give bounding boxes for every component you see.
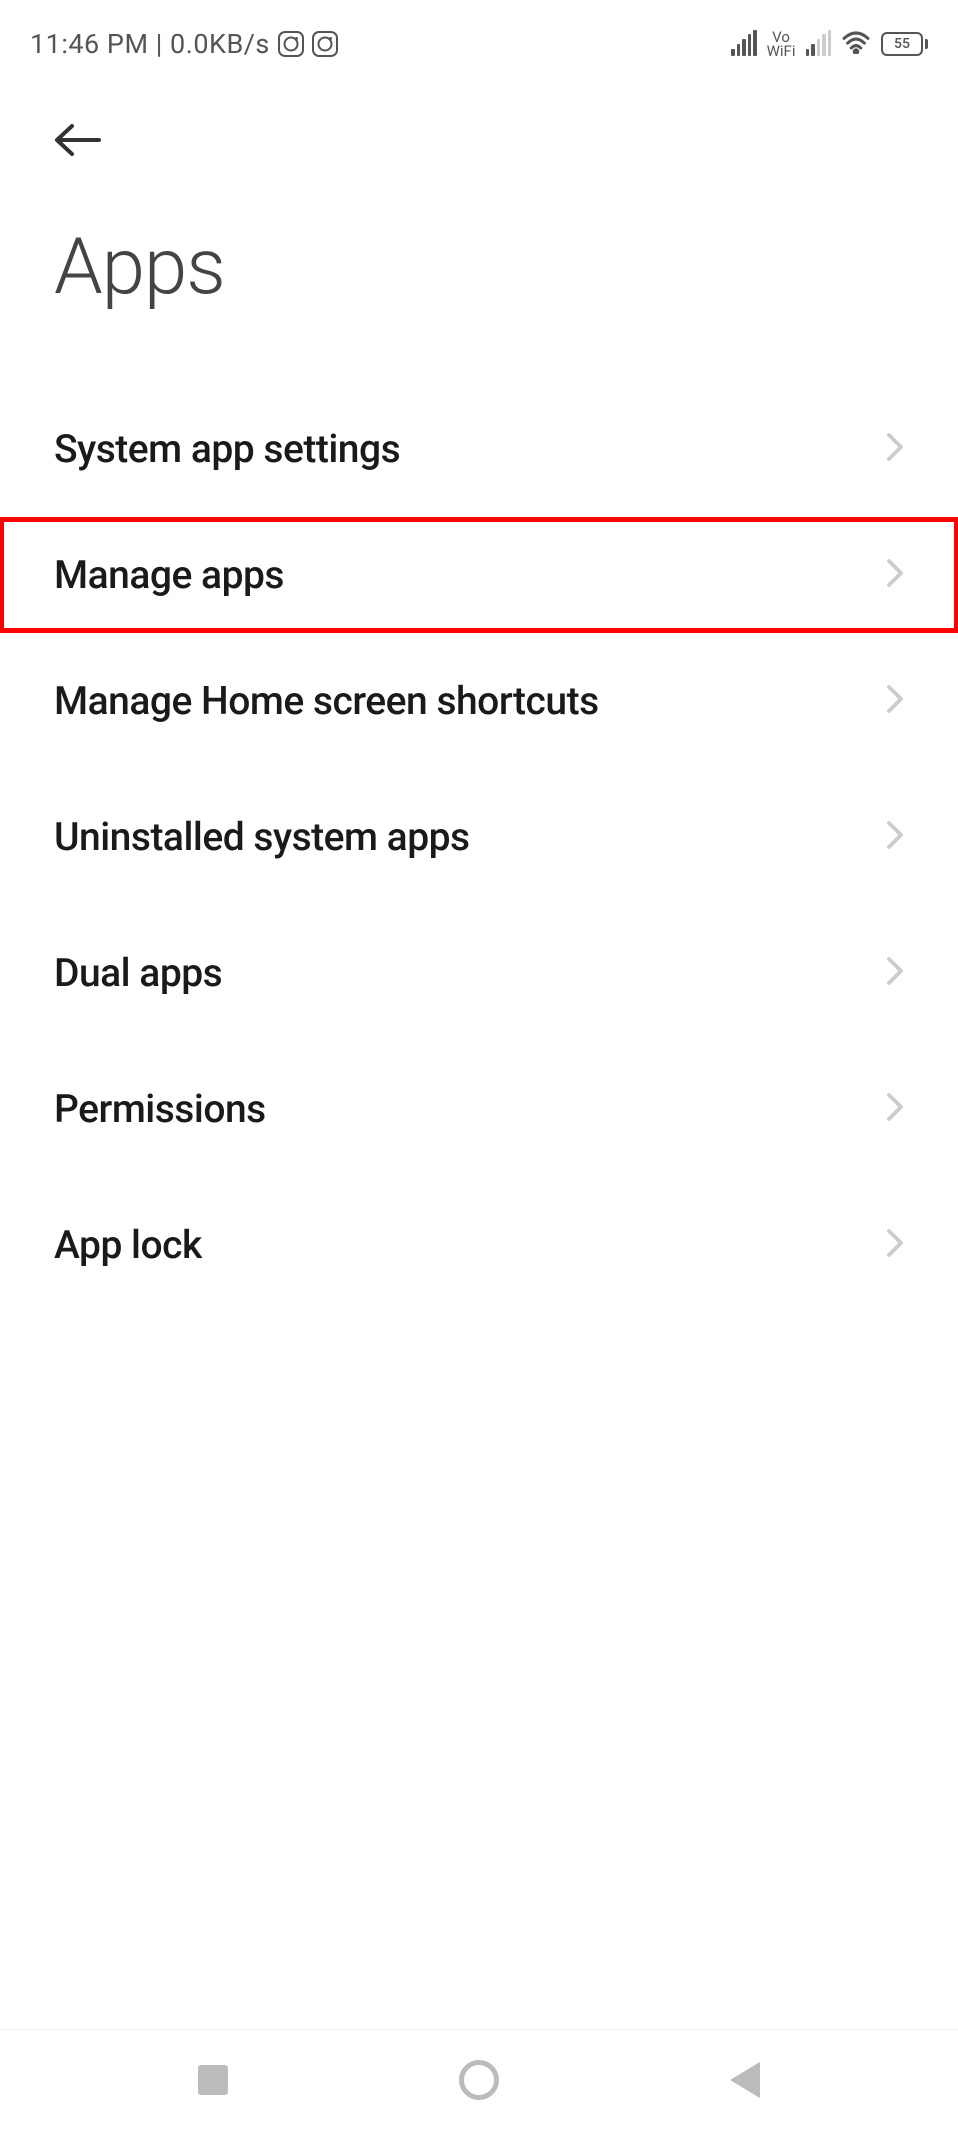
vowifi-icon: Vo WiFi <box>767 30 796 59</box>
triangle-left-icon <box>730 2062 760 2098</box>
menu-item-app-lock[interactable]: App lock <box>0 1177 958 1313</box>
wifi-icon <box>841 30 871 58</box>
signal-icon <box>806 32 832 56</box>
menu-item-label: App lock <box>54 1222 202 1268</box>
menu-item-uninstalled-system-apps[interactable]: Uninstalled system apps <box>0 769 958 905</box>
menu-item-system-app-settings[interactable]: System app settings <box>0 381 958 517</box>
menu-item-label: System app settings <box>54 426 400 472</box>
chevron-right-icon <box>886 820 904 854</box>
chevron-right-icon <box>886 1092 904 1126</box>
page-title: Apps <box>54 222 904 313</box>
battery-icon: 55 <box>881 32 928 56</box>
menu-item-label: Uninstalled system apps <box>54 814 470 860</box>
status-left: 11:46 PM | 0.0KB/s <box>30 28 338 60</box>
status-time: 11:46 PM | 0.0KB/s <box>30 28 270 60</box>
recents-button[interactable] <box>153 2050 273 2110</box>
page-header: Apps <box>0 70 958 343</box>
chevron-right-icon <box>886 432 904 466</box>
status-bar: 11:46 PM | 0.0KB/s Vo WiFi 55 <box>0 0 958 70</box>
menu-list: System app settings Manage apps Manage H… <box>0 343 958 1313</box>
arrow-left-icon <box>54 122 102 158</box>
instagram-icon <box>312 31 338 57</box>
circle-icon <box>459 2060 499 2100</box>
home-button[interactable] <box>419 2050 539 2110</box>
signal-icon <box>731 32 757 56</box>
chevron-right-icon <box>886 1228 904 1262</box>
battery-level: 55 <box>881 32 923 56</box>
menu-item-manage-apps[interactable]: Manage apps <box>0 517 958 633</box>
status-right: Vo WiFi 55 <box>731 30 928 59</box>
menu-item-label: Manage Home screen shortcuts <box>54 678 599 724</box>
menu-item-label: Manage apps <box>54 552 284 598</box>
chevron-right-icon <box>886 558 904 592</box>
back-nav-button[interactable] <box>685 2050 805 2110</box>
nav-bar <box>0 2029 958 2129</box>
menu-item-permissions[interactable]: Permissions <box>0 1041 958 1177</box>
menu-item-label: Dual apps <box>54 950 222 996</box>
menu-item-dual-apps[interactable]: Dual apps <box>0 905 958 1041</box>
square-icon <box>198 2065 228 2095</box>
chevron-right-icon <box>886 956 904 990</box>
back-button[interactable] <box>54 110 114 170</box>
chevron-right-icon <box>886 684 904 718</box>
menu-item-label: Permissions <box>54 1086 266 1132</box>
menu-item-manage-home-screen-shortcuts[interactable]: Manage Home screen shortcuts <box>0 633 958 769</box>
instagram-icon <box>278 31 304 57</box>
